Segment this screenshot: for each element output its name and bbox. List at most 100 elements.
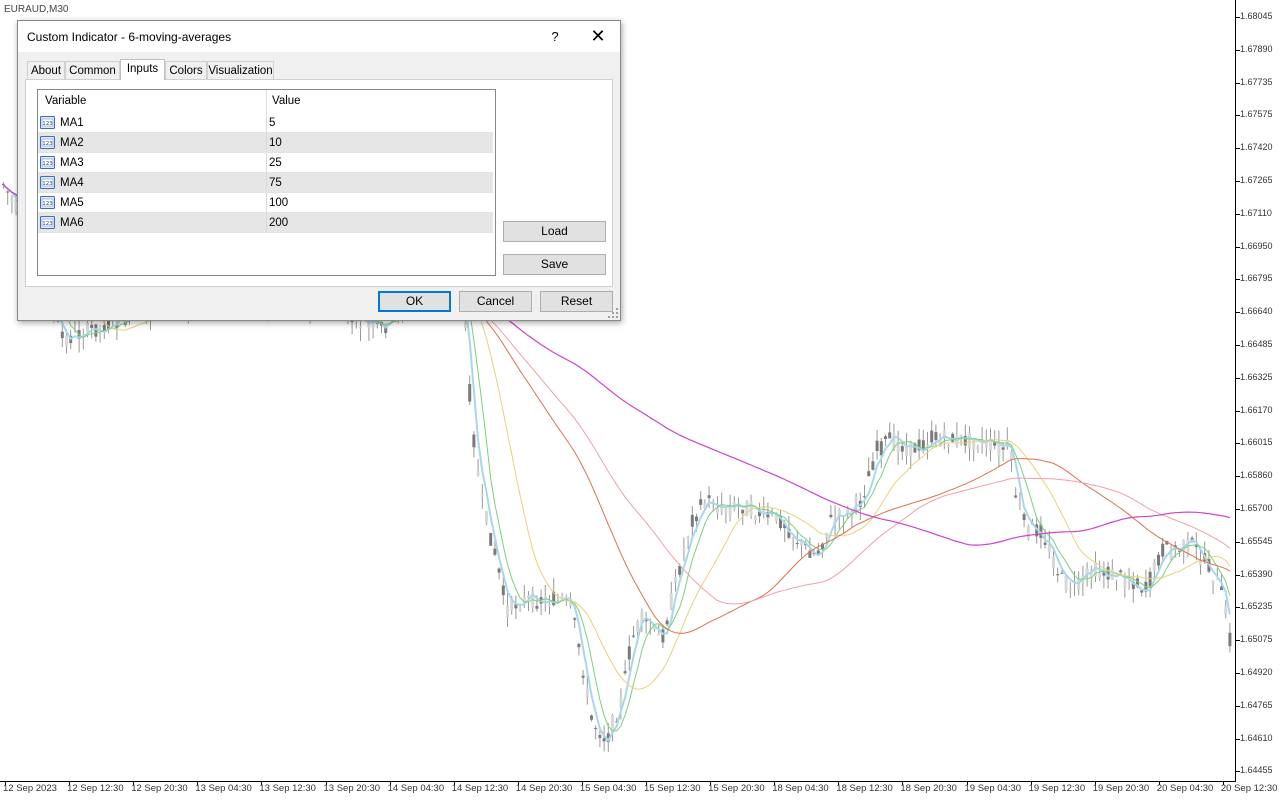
candle-body bbox=[816, 550, 820, 554]
time-label: 14 Sep 12:30 bbox=[451, 783, 509, 794]
candle-body bbox=[854, 496, 858, 503]
variable-name: MA3 bbox=[60, 157, 84, 169]
time-axis[interactable]: 12 Sep 2023 12 Sep 12:30 12 Sep 20:30 13 Se… bbox=[0, 782, 1277, 800]
price-axis[interactable]: 1.68045 1.67890 1.67735 1.67575 1.67420 1.672… bbox=[1236, 0, 1280, 782]
cancel-button[interactable]: Cancel bbox=[459, 291, 532, 312]
price-label: 1.65075 bbox=[1240, 634, 1273, 645]
price-label: 1.67735 bbox=[1240, 76, 1273, 87]
time-label: 12 Sep 12:30 bbox=[67, 783, 124, 794]
column-divider[interactable] bbox=[266, 90, 267, 113]
numeric-icon: 123 bbox=[40, 156, 55, 169]
variable-name: MA4 bbox=[60, 177, 84, 189]
save-button[interactable]: Save bbox=[503, 254, 606, 275]
time-label: 20 Sep 04:30 bbox=[1156, 783, 1214, 794]
resize-grip-icon[interactable] bbox=[608, 308, 618, 318]
svg-text:123: 123 bbox=[42, 161, 53, 167]
candle-body bbox=[1001, 447, 1005, 450]
candle-body bbox=[493, 548, 497, 555]
candle-body bbox=[636, 621, 640, 632]
candle-body bbox=[472, 434, 476, 448]
variable-value[interactable]: 200 bbox=[269, 213, 288, 233]
candle-body bbox=[577, 643, 581, 648]
chart-symbol-label: EURAUD,M30 bbox=[4, 4, 69, 15]
time-label: 12 Sep 20:30 bbox=[131, 783, 188, 794]
numeric-icon: 123 bbox=[40, 196, 55, 209]
candle-body bbox=[581, 675, 585, 678]
time-label: 20 Sep 12:30 bbox=[1220, 783, 1278, 794]
numeric-icon: 123 bbox=[40, 116, 55, 129]
inputs-grid[interactable]: Variable Value 123 MA1 5 123 MA2 10 123 MA3 25 12… bbox=[37, 89, 496, 276]
table-row[interactable]: 123 MA1 5 bbox=[38, 113, 493, 133]
variable-name: MA1 bbox=[60, 117, 84, 129]
candle-body bbox=[90, 324, 94, 329]
tab-common[interactable]: Common bbox=[65, 61, 120, 79]
time-label: 13 Sep 12:30 bbox=[259, 783, 316, 794]
help-button[interactable]: ? bbox=[545, 21, 565, 52]
candle-body bbox=[795, 542, 799, 544]
candle-body bbox=[1018, 504, 1022, 507]
candle-body bbox=[489, 533, 493, 546]
variable-value[interactable]: 100 bbox=[269, 193, 288, 213]
candle-body bbox=[695, 516, 698, 522]
candle-body bbox=[81, 339, 85, 341]
price-label: 1.65235 bbox=[1240, 601, 1273, 612]
candle-body bbox=[1157, 554, 1160, 566]
price-label: 1.66640 bbox=[1240, 306, 1273, 317]
time-label: 19 Sep 12:30 bbox=[1028, 783, 1086, 794]
candle-body bbox=[1161, 543, 1165, 557]
candle-body bbox=[1014, 495, 1018, 498]
column-value[interactable]: Value bbox=[272, 90, 301, 113]
candle-body bbox=[1068, 588, 1072, 591]
variable-name: MA5 bbox=[60, 197, 84, 209]
load-button[interactable]: Load bbox=[503, 221, 606, 242]
table-row[interactable]: 123 MA5 100 bbox=[38, 193, 493, 213]
reset-button[interactable]: Reset bbox=[540, 291, 613, 312]
price-label: 1.66950 bbox=[1240, 240, 1273, 251]
candle-body bbox=[934, 432, 938, 440]
candle-body bbox=[594, 728, 598, 730]
variable-value[interactable]: 10 bbox=[269, 133, 282, 153]
ok-button[interactable]: OK bbox=[378, 291, 451, 312]
candle-body bbox=[669, 593, 673, 610]
dialog-titlebar[interactable]: Custom Indicator - 6-moving-averages ? ✕ bbox=[18, 21, 620, 52]
table-row[interactable]: 123 MA6 200 bbox=[38, 213, 493, 233]
candle-body bbox=[741, 509, 745, 514]
price-label: 1.64920 bbox=[1240, 667, 1273, 677]
price-label: 1.65700 bbox=[1240, 503, 1273, 513]
variable-value[interactable]: 25 bbox=[269, 153, 282, 173]
column-variable[interactable]: Variable bbox=[45, 90, 86, 113]
tab-about[interactable]: About bbox=[27, 61, 65, 79]
candle-body bbox=[690, 514, 694, 527]
price-label: 1.67575 bbox=[1240, 109, 1273, 120]
candle-body bbox=[976, 446, 980, 450]
variable-value[interactable]: 75 bbox=[269, 173, 282, 193]
price-label: 1.64765 bbox=[1240, 699, 1273, 710]
close-button[interactable]: ✕ bbox=[580, 21, 616, 52]
cell-divider bbox=[266, 213, 267, 232]
candle-body bbox=[1056, 574, 1060, 576]
candle-body bbox=[1224, 606, 1228, 615]
candle-body bbox=[485, 511, 488, 523]
tab-inputs[interactable]: Inputs bbox=[120, 59, 165, 80]
variable-name: MA6 bbox=[60, 217, 84, 229]
variable-value[interactable]: 5 bbox=[269, 113, 275, 133]
candle-body bbox=[682, 548, 686, 551]
table-row[interactable]: 123 MA3 25 bbox=[38, 153, 493, 173]
table-row[interactable]: 123 MA2 10 bbox=[38, 133, 493, 153]
tab-visualization[interactable]: Visualization bbox=[207, 61, 274, 79]
candle-body bbox=[1119, 570, 1123, 573]
candle-body bbox=[1211, 580, 1215, 583]
cell-divider bbox=[266, 113, 267, 132]
candle-body bbox=[1052, 556, 1055, 569]
table-row[interactable]: 123 MA4 75 bbox=[38, 173, 493, 193]
candle-body bbox=[678, 565, 682, 575]
price-label: 1.67890 bbox=[1240, 43, 1273, 54]
candle-body bbox=[829, 514, 833, 518]
candle-body bbox=[590, 715, 593, 720]
tab-colors[interactable]: Colors bbox=[165, 61, 207, 79]
candle-body bbox=[1228, 632, 1232, 647]
price-label: 1.64610 bbox=[1240, 732, 1273, 743]
candle-body bbox=[1140, 590, 1144, 593]
price-label: 1.66170 bbox=[1240, 404, 1273, 415]
dialog-title: Custom Indicator - 6-moving-averages bbox=[27, 30, 232, 44]
